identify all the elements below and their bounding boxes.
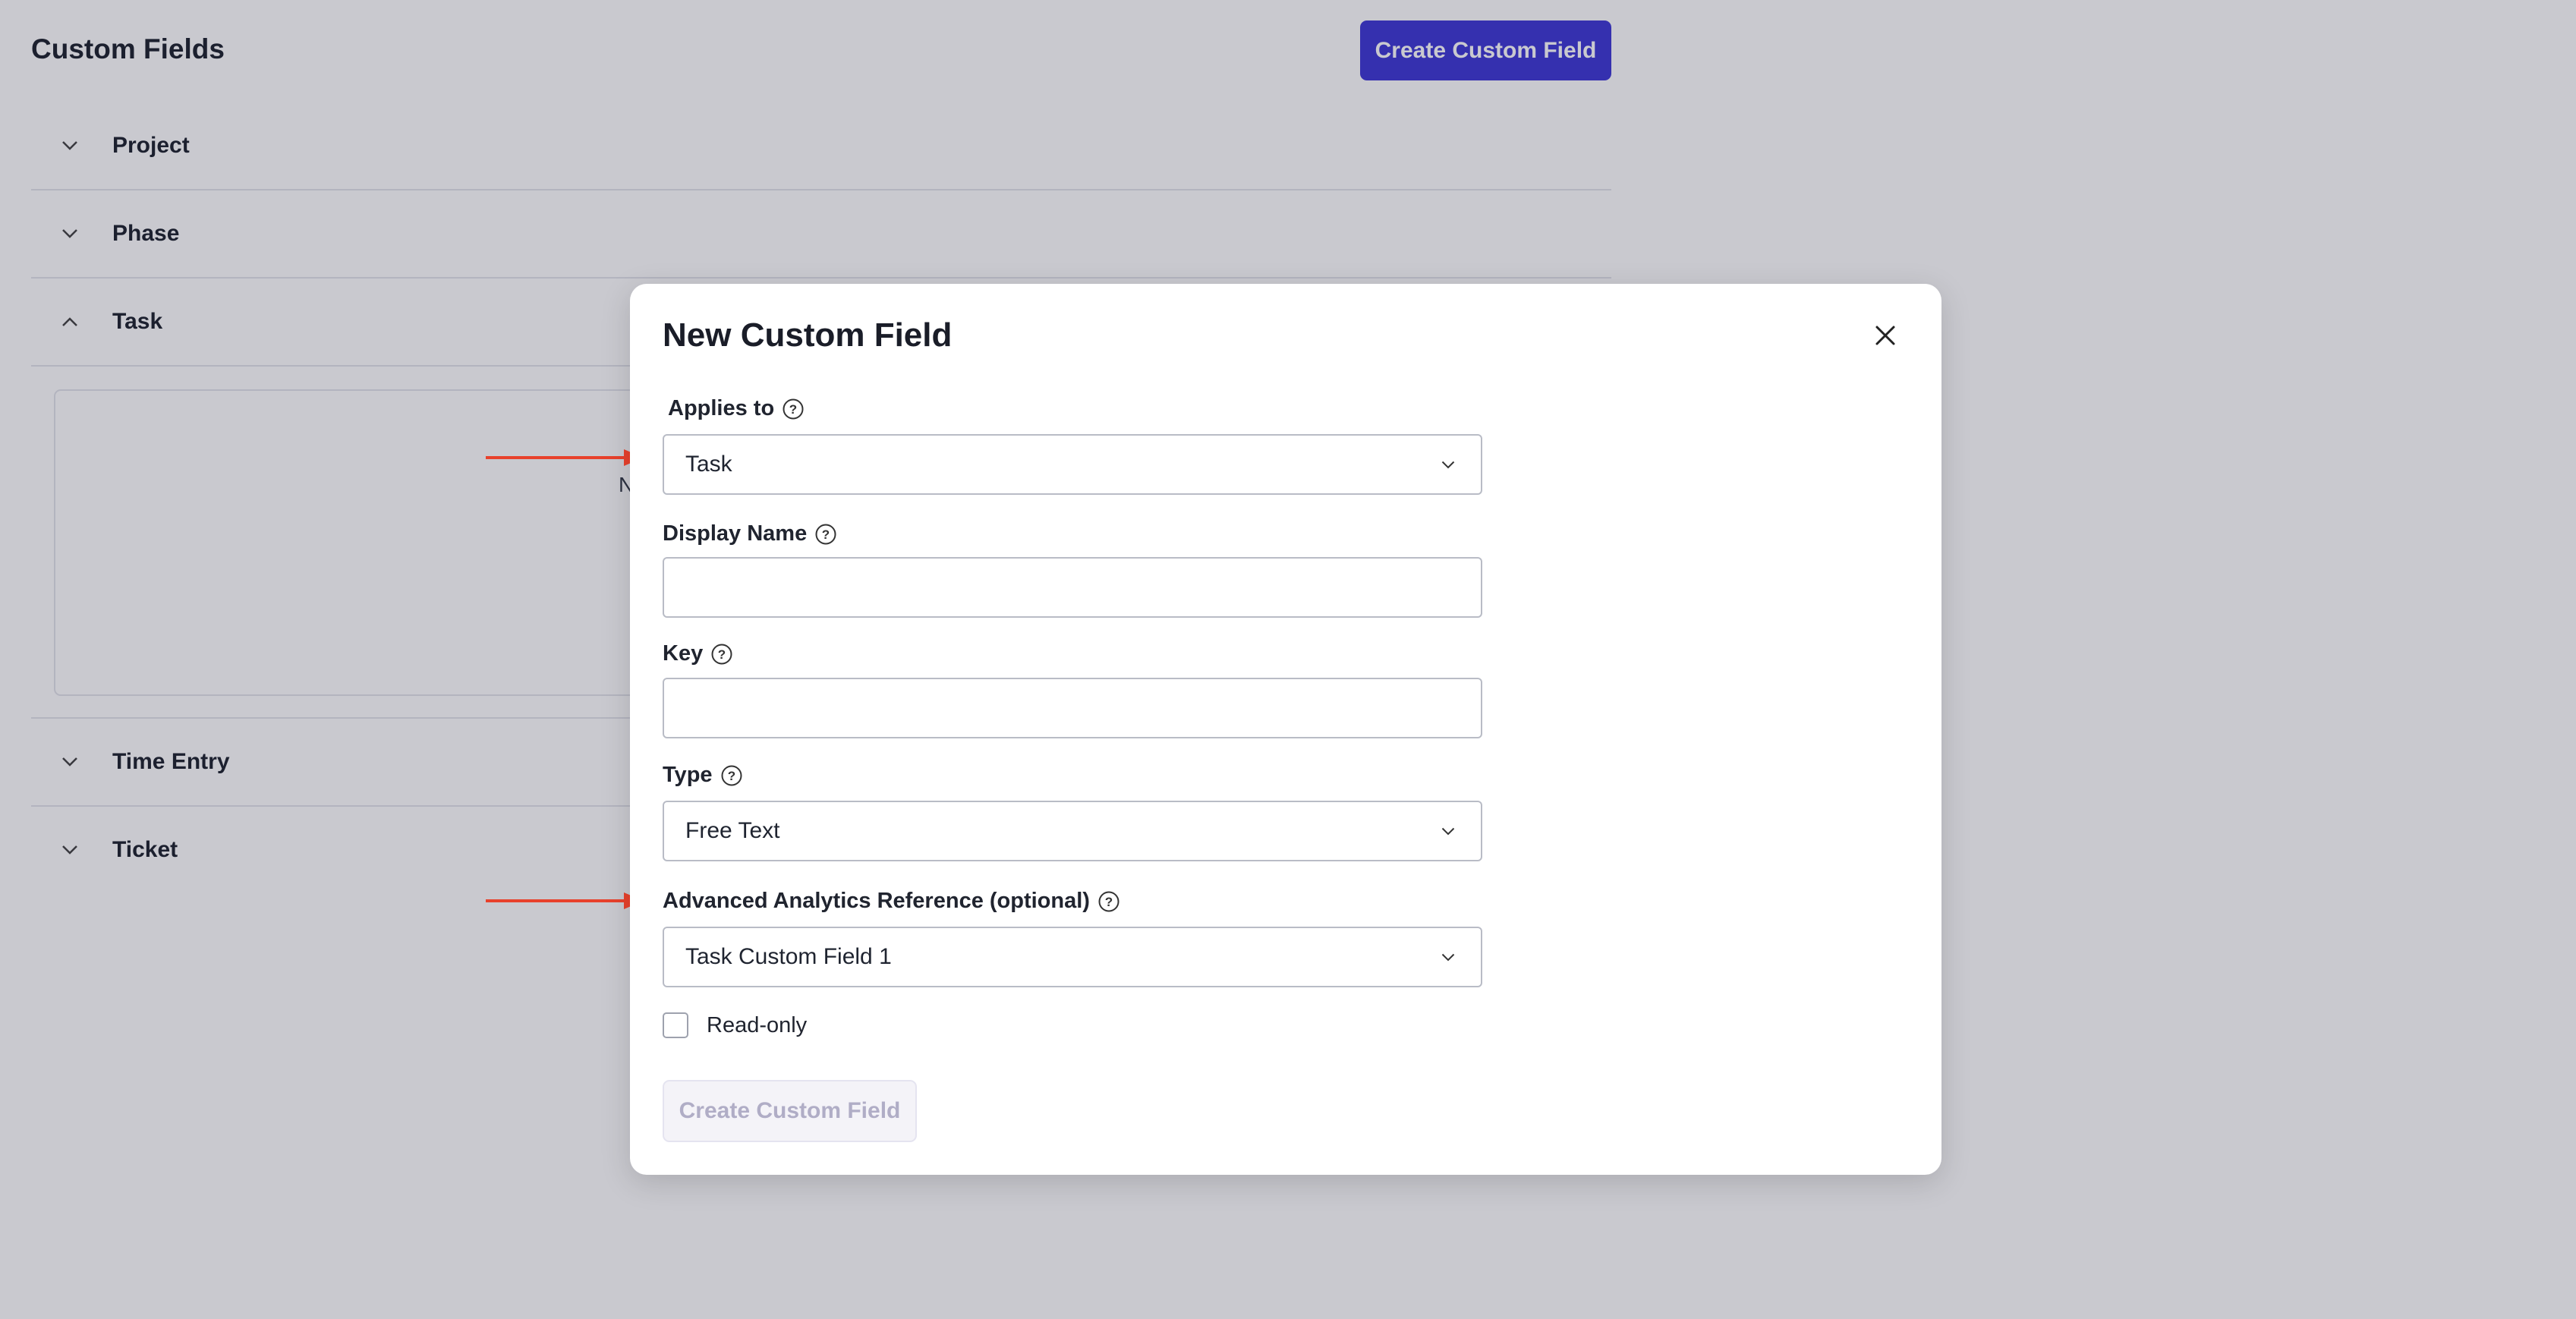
read-only-label: Read-only bbox=[707, 1012, 808, 1037]
chevron-down-icon bbox=[1437, 820, 1460, 842]
type-value: Free Text bbox=[685, 818, 780, 843]
applies-to-select[interactable]: Task bbox=[663, 434, 1482, 495]
applies-to-label: Applies to ? bbox=[668, 396, 805, 421]
svg-text:?: ? bbox=[1105, 895, 1113, 909]
svg-text:?: ? bbox=[822, 527, 830, 542]
display-name-input[interactable] bbox=[685, 574, 1460, 601]
svg-text:?: ? bbox=[727, 769, 735, 783]
svg-text:?: ? bbox=[789, 402, 797, 417]
chevron-down-icon bbox=[1437, 946, 1460, 968]
type-label: Type ? bbox=[663, 763, 743, 788]
new-custom-field-modal: New Custom Field Applies to ? Task Displ… bbox=[630, 284, 1941, 1175]
analytics-reference-select[interactable]: Task Custom Field 1 bbox=[663, 927, 1482, 987]
submit-create-custom-field-button[interactable]: Create Custom Field bbox=[663, 1080, 917, 1142]
analytics-reference-label: Advanced Analytics Reference (optional) … bbox=[663, 889, 1120, 914]
key-input[interactable] bbox=[685, 694, 1460, 722]
applies-to-label-text: Applies to bbox=[668, 396, 775, 420]
analytics-reference-label-text: Advanced Analytics Reference (optional) bbox=[663, 889, 1090, 913]
modal-title: New Custom Field bbox=[663, 316, 953, 354]
read-only-checkbox[interactable] bbox=[663, 1012, 688, 1038]
close-icon[interactable] bbox=[1867, 317, 1904, 354]
help-icon[interactable]: ? bbox=[1097, 890, 1120, 913]
display-name-label: Display Name ? bbox=[663, 521, 837, 546]
analytics-reference-value: Task Custom Field 1 bbox=[685, 944, 892, 969]
read-only-row: Read-only bbox=[663, 1012, 807, 1038]
chevron-down-icon bbox=[1437, 453, 1460, 476]
type-select[interactable]: Free Text bbox=[663, 801, 1482, 861]
help-icon[interactable]: ? bbox=[710, 643, 733, 666]
arrow-right-icon bbox=[486, 449, 644, 466]
type-label-text: Type bbox=[663, 763, 713, 787]
display-name-field[interactable] bbox=[663, 557, 1482, 618]
arrow-right-icon bbox=[486, 892, 644, 909]
help-icon[interactable]: ? bbox=[814, 523, 837, 546]
key-field[interactable] bbox=[663, 678, 1482, 738]
display-name-label-text: Display Name bbox=[663, 521, 808, 546]
help-icon[interactable]: ? bbox=[782, 398, 805, 420]
key-label-text: Key bbox=[663, 641, 704, 666]
applies-to-value: Task bbox=[685, 452, 732, 477]
svg-text:?: ? bbox=[718, 647, 726, 662]
key-label: Key ? bbox=[663, 641, 733, 666]
help-icon[interactable]: ? bbox=[720, 764, 743, 787]
